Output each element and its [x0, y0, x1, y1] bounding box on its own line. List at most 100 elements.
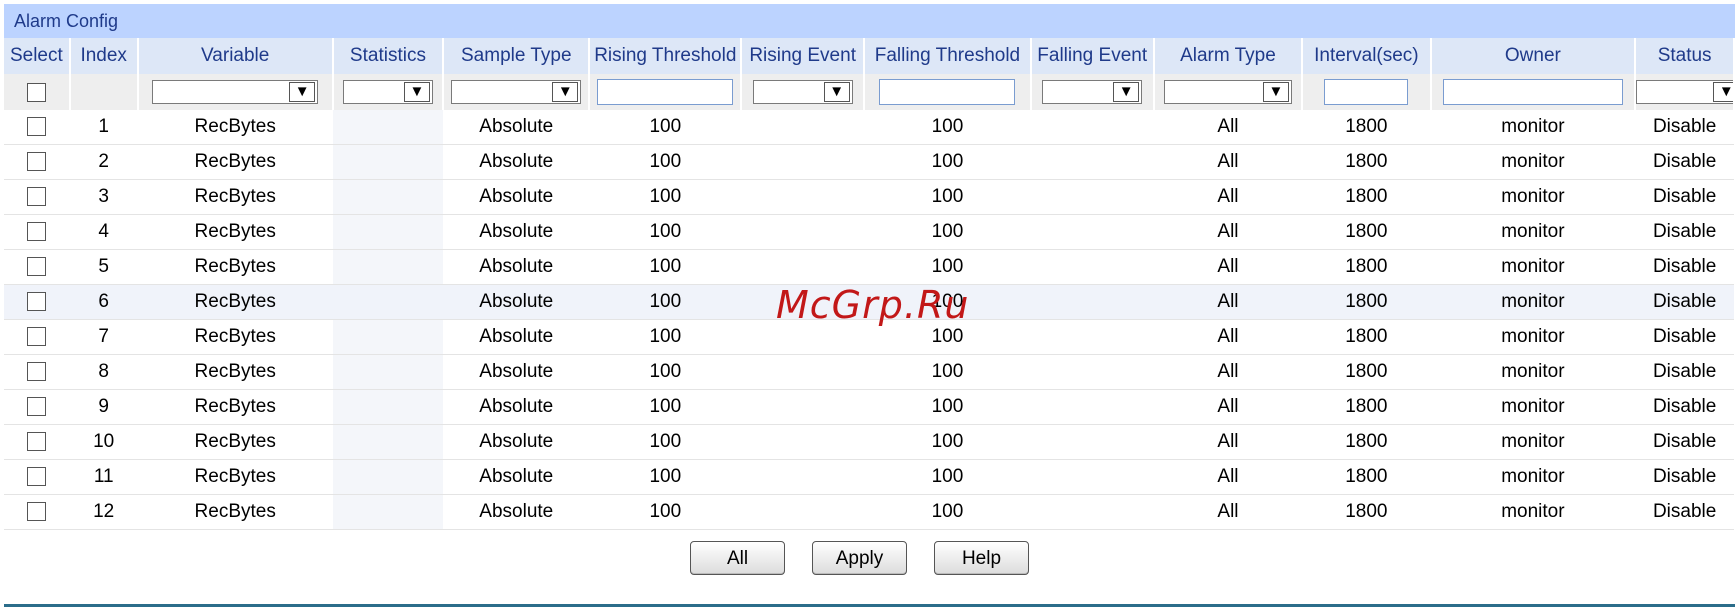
row-select-cell: [4, 494, 70, 530]
cell-variable: RecBytes: [137, 494, 333, 530]
row-select-cell: [4, 144, 70, 180]
cell-variable: RecBytes: [137, 319, 333, 355]
row-select-checkbox[interactable]: [27, 152, 47, 172]
cell-rising-event: [741, 249, 865, 285]
cell-sample-type: Absolute: [443, 319, 590, 355]
cell-sample-type: Absolute: [443, 110, 590, 145]
alarm-config-panel: Alarm Config Select Index Variable Stati…: [4, 4, 1735, 530]
cell-rising-threshold: 100: [589, 214, 742, 250]
cell-alarm-type: All: [1153, 249, 1303, 285]
cell-variable: RecBytes: [137, 354, 333, 390]
cell-alarm-type: All: [1153, 354, 1303, 390]
rising-threshold-input[interactable]: [597, 79, 734, 105]
cell-interval: 1800: [1302, 179, 1431, 215]
row-select-checkbox[interactable]: [27, 187, 47, 207]
cell-status: Disable: [1635, 319, 1734, 355]
cell-index: 8: [69, 354, 138, 390]
cell-interval: 1800: [1302, 214, 1431, 250]
cell-falling-event: [1030, 284, 1154, 320]
row-select-cell: [4, 249, 70, 285]
cell-owner: monitor: [1430, 249, 1636, 285]
cell-statistics: [332, 284, 444, 320]
status-filter-select[interactable]: ▼: [1636, 80, 1733, 104]
chevron-down-icon: ▼: [1113, 82, 1140, 102]
cell-statistics: [332, 214, 444, 250]
row-select-checkbox[interactable]: [27, 397, 47, 417]
alarm-type-filter-select[interactable]: ▼: [1163, 80, 1292, 104]
cell-falling-event: [1030, 249, 1154, 285]
cell-variable: RecBytes: [137, 144, 333, 180]
apply-button[interactable]: Apply: [812, 541, 907, 575]
col-header-index: Index: [69, 38, 139, 74]
cell-variable: RecBytes: [137, 179, 333, 215]
cell-index: 11: [69, 459, 138, 495]
all-button[interactable]: All: [690, 541, 785, 575]
cell-interval: 1800: [1302, 459, 1431, 495]
row-select-checkbox[interactable]: [27, 117, 47, 137]
col-header-statistics: Statistics: [332, 38, 445, 74]
row-select-checkbox[interactable]: [27, 432, 47, 452]
cell-statistics: [332, 424, 444, 460]
cell-rising-threshold: 100: [589, 494, 742, 530]
select-all-checkbox[interactable]: [26, 82, 46, 102]
cell-falling-event: [1030, 494, 1154, 530]
cell-falling-threshold: 100: [864, 110, 1031, 145]
variable-filter-select[interactable]: ▼: [152, 80, 319, 104]
cell-sample-type: Absolute: [443, 424, 590, 460]
cell-statistics: [332, 354, 444, 390]
falling-event-filter-select[interactable]: ▼: [1042, 80, 1143, 104]
chevron-down-icon: ▼: [1713, 82, 1733, 102]
cell-falling-event: [1030, 424, 1154, 460]
cell-rising-event: [741, 494, 865, 530]
cell-index: 5: [69, 249, 138, 285]
cell-interval: 1800: [1302, 494, 1431, 530]
cell-falling-threshold: 100: [864, 249, 1031, 285]
cell-alarm-type: All: [1153, 284, 1303, 320]
chevron-down-icon: ▼: [823, 82, 850, 102]
cell-interval: 1800: [1302, 144, 1431, 180]
row-select-checkbox[interactable]: [27, 362, 47, 382]
cell-owner: monitor: [1430, 459, 1636, 495]
row-select-checkbox[interactable]: [27, 222, 47, 242]
cell-index: 6: [69, 284, 138, 320]
row-select-cell: [4, 424, 70, 460]
row-select-checkbox[interactable]: [27, 502, 47, 522]
cell-index: 2: [69, 144, 138, 180]
row-select-cell: [4, 459, 70, 495]
cell-falling-threshold: 100: [864, 424, 1031, 460]
cell-interval: 1800: [1302, 354, 1431, 390]
cell-alarm-type: All: [1153, 494, 1303, 530]
interval-input[interactable]: [1324, 79, 1409, 105]
cell-sample-type: Absolute: [443, 214, 590, 250]
row-select-checkbox[interactable]: [27, 257, 47, 277]
table-row: 11 RecBytes Absolute 100 100 All 1800 monitor Di…: [4, 459, 1734, 495]
cell-falling-event: [1030, 459, 1154, 495]
cell-falling-threshold: 100: [864, 494, 1031, 530]
cell-sample-type: Absolute: [443, 249, 590, 285]
cell-rising-event: [741, 424, 865, 460]
row-select-checkbox[interactable]: [27, 467, 47, 487]
owner-input[interactable]: [1442, 79, 1623, 105]
cell-owner: monitor: [1430, 214, 1636, 250]
sample-type-filter-select[interactable]: ▼: [451, 80, 582, 104]
cell-interval: 1800: [1302, 424, 1431, 460]
cell-sample-type: Absolute: [443, 389, 590, 425]
statistics-filter-select[interactable]: ▼: [342, 80, 433, 104]
cell-rising-threshold: 100: [589, 319, 742, 355]
row-select-checkbox[interactable]: [27, 292, 47, 312]
cell-statistics: [332, 249, 444, 285]
cell-status: Disable: [1635, 459, 1734, 495]
rising-event-filter-select[interactable]: ▼: [752, 80, 853, 104]
row-select-checkbox[interactable]: [27, 327, 47, 347]
cell-alarm-type: All: [1153, 319, 1303, 355]
cell-sample-type: Absolute: [443, 459, 590, 495]
cell-variable: RecBytes: [137, 284, 333, 320]
cell-falling-event: [1030, 110, 1154, 145]
help-button[interactable]: Help: [934, 541, 1029, 575]
cell-index: 4: [69, 214, 138, 250]
cell-status: Disable: [1635, 144, 1734, 180]
falling-threshold-input[interactable]: [879, 79, 1016, 105]
cell-alarm-type: All: [1153, 144, 1303, 180]
cell-interval: 1800: [1302, 389, 1431, 425]
table-row: 3 RecBytes Absolute 100 100 All 1800 monitor Dis…: [4, 179, 1734, 215]
